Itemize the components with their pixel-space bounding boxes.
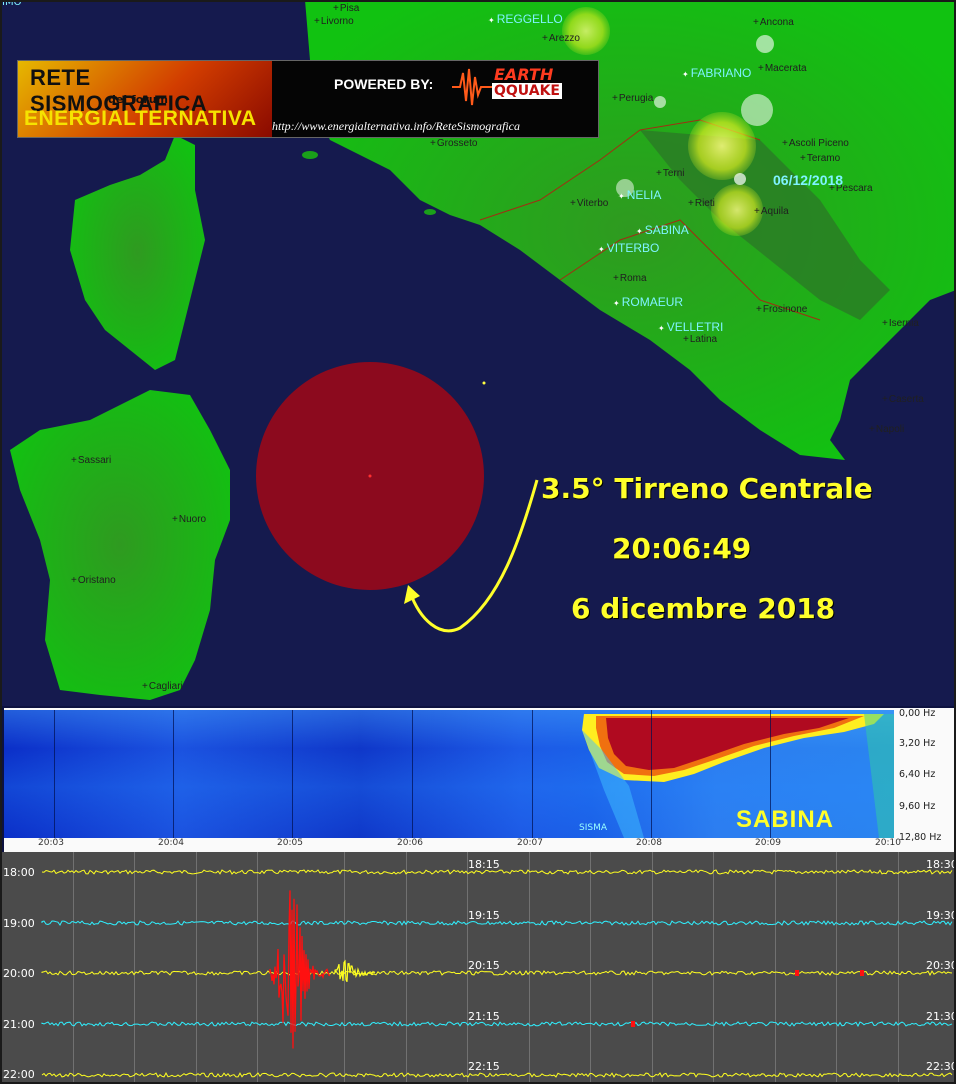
event-coda [334, 959, 376, 983]
network-url-link[interactable]: http://www.energialternativa.info/ReteSi… [272, 119, 520, 134]
logo-text-bottom: QQUAKE [492, 83, 562, 99]
time-tick: 20:10 [875, 838, 901, 848]
spectrogram-panel: SABINA SISMA 20:03 20:04 20:05 20:06 20:… [4, 708, 954, 852]
event-magnitude-location: 3.5° Tirreno Centrale [541, 472, 873, 505]
trace-end-time: 20:30 [926, 959, 956, 972]
city-label: Ascoli Piceno [782, 138, 849, 149]
quake-marker[interactable] [654, 96, 666, 108]
event-date: 6 dicembre 2018 [571, 592, 836, 625]
event-time: 20:06:49 [612, 532, 752, 565]
city-label: Arezzo [542, 33, 580, 44]
station-label[interactable]: REGGELLO [488, 12, 563, 26]
map-date: 06/12/2018 [773, 172, 844, 188]
station-label[interactable]: FABRIANO [682, 66, 752, 80]
city-label: Roma [613, 273, 647, 284]
city-label: Nuoro [172, 514, 206, 525]
quake-marker[interactable] [756, 35, 774, 53]
freq-tick: 6,40 Hz [899, 769, 936, 780]
trace-start-time: 22:00 [3, 1068, 35, 1081]
city-label: Aquila [754, 206, 789, 217]
city-label: Napoli [869, 424, 904, 435]
trace-mid-time: 21:15 [468, 1010, 500, 1023]
network-banner[interactable]: RETE SISMOGRAFICA del forum ENERGIALTERN… [17, 60, 599, 138]
sardinia-landmass [10, 390, 230, 700]
trace-end-time: 22:30 [926, 1060, 956, 1073]
quake-marker[interactable] [734, 173, 746, 185]
trace-mid-time: 20:15 [468, 959, 500, 972]
banner-forum-name: ENERGIALTERNATIVA [24, 107, 257, 130]
trace-end-time: 19:30 [926, 909, 956, 922]
freq-tick: 12,80 Hz [899, 832, 942, 843]
powered-by-label: POWERED BY: [334, 76, 434, 92]
city-label: Sassari [71, 455, 111, 466]
city-label: Terni [656, 168, 685, 179]
city-label: Grosseto [430, 138, 478, 149]
trace-start-time: 21:00 [3, 1018, 35, 1031]
city-label: Teramo [800, 153, 840, 164]
time-tick: 20:07 [517, 838, 543, 848]
time-tick: 20:08 [636, 838, 662, 848]
quake-marker[interactable] [741, 94, 773, 126]
trace-end-time: 21:30 [926, 1010, 956, 1023]
time-tick: 20:05 [277, 838, 303, 848]
banner-subtitle: del forum [108, 93, 168, 106]
trigger-marker [795, 970, 799, 976]
city-label: Livorno [314, 16, 354, 27]
trace-start-time: 20:00 [3, 967, 35, 980]
trigger-marker [860, 970, 864, 976]
city-label: Viterbo [570, 198, 609, 209]
station-label[interactable]: NELIA [618, 188, 662, 202]
station-label[interactable]: SABINA [636, 223, 689, 237]
freq-tick: 0,00 Hz [899, 708, 936, 719]
trace-start-time: 18:00 [3, 866, 35, 879]
city-label: Oristano [71, 575, 116, 586]
trace-end-time: 18:30 [926, 858, 956, 871]
city-label: Frosinone [756, 304, 807, 315]
city-label: Isernia [882, 318, 919, 329]
time-tick: 20:09 [755, 838, 781, 848]
station-label[interactable]: VELLETRI [658, 320, 724, 334]
trace-mid-time: 18:15 [468, 858, 500, 871]
event-marker-label: SISMA [579, 823, 608, 833]
seismograph-icon [452, 68, 492, 106]
seismic-trace [41, 1072, 953, 1078]
trigger-marker [631, 1021, 635, 1027]
city-label: Macerata [758, 63, 807, 74]
city-label: Perugia [612, 93, 653, 104]
city-label: Cagliari [142, 681, 183, 692]
city-label: Ancona [753, 17, 794, 28]
trace-mid-time: 22:15 [468, 1060, 500, 1073]
banner-logo: RETE SISMOGRAFICA del forum ENERGIALTERN… [18, 61, 272, 137]
spectrogram-plot: SABINA SISMA [4, 710, 894, 838]
city-label: Caserta [882, 394, 924, 405]
corsica-landmass [70, 135, 205, 370]
time-tick: 20:03 [38, 838, 64, 848]
station-label[interactable]: ROMAEUR [613, 295, 683, 309]
seismic-map: IMO Pisa Livorno Arezzo Ancona Macerata … [0, 0, 956, 706]
station-label[interactable]: VITERBO [598, 241, 660, 255]
quake-marker[interactable] [562, 7, 610, 55]
freq-tick: 3,20 Hz [899, 738, 936, 749]
city-label: Pisa [333, 3, 359, 14]
spectrogram-station-label: SABINA [736, 806, 835, 833]
city-label: Rieti [688, 198, 715, 209]
trace-mid-time: 19:15 [468, 909, 500, 922]
corner-label: IMO [2, 0, 22, 8]
trace-start-time: 19:00 [3, 917, 35, 930]
freq-tick: 9,60 Hz [899, 801, 936, 812]
earthquake-logo: EARTH QQUAKE [452, 65, 562, 109]
city-label: Latina [683, 334, 717, 345]
quake-marker[interactable] [688, 112, 756, 180]
logo-text-top: EARTH [494, 65, 554, 84]
time-tick: 20:06 [397, 838, 423, 848]
time-tick: 20:04 [158, 838, 184, 848]
helicorder-panel: 18:00 19:00 20:00 21:00 22:00 18:15 19:1… [0, 852, 956, 1084]
